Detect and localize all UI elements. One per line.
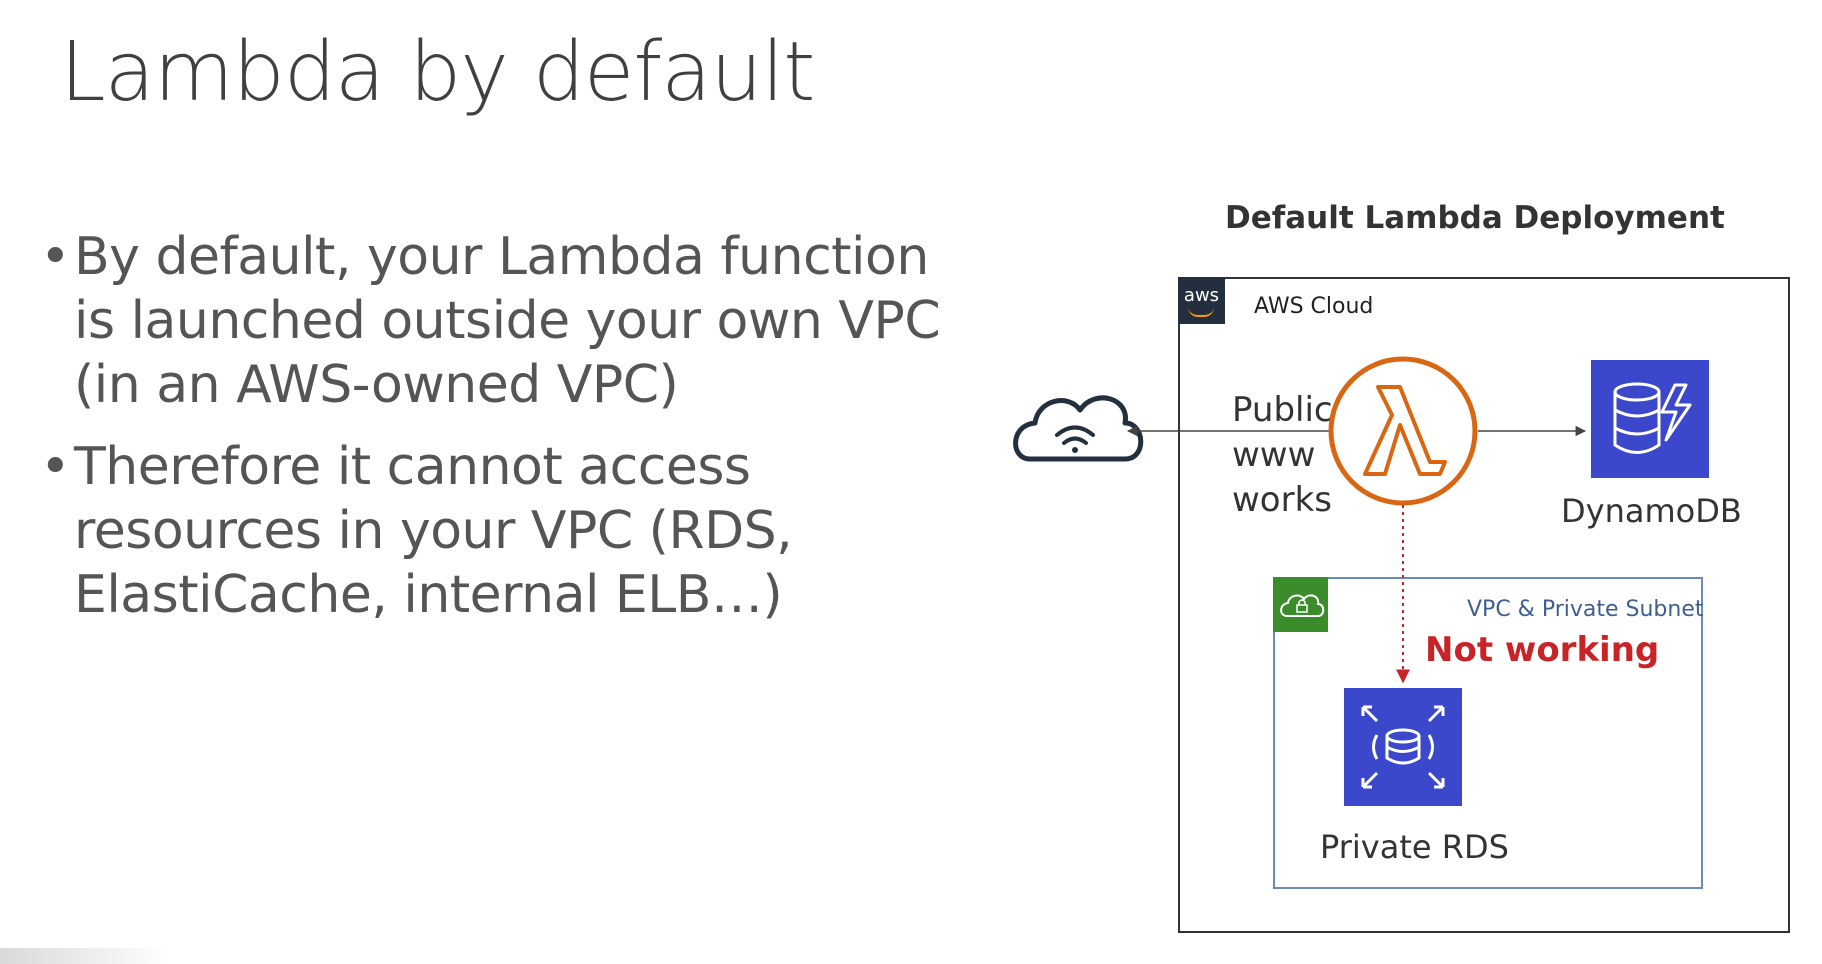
internet-cloud-icon — [1013, 395, 1144, 462]
bottom-shadow — [0, 948, 170, 964]
lambda-icon — [1328, 356, 1478, 506]
dynamodb-icon — [1591, 360, 1709, 478]
vpc-lock-cloud-icon — [1280, 594, 1325, 617]
diagram-graphics — [1013, 356, 1709, 806]
rds-icon — [1344, 688, 1462, 806]
